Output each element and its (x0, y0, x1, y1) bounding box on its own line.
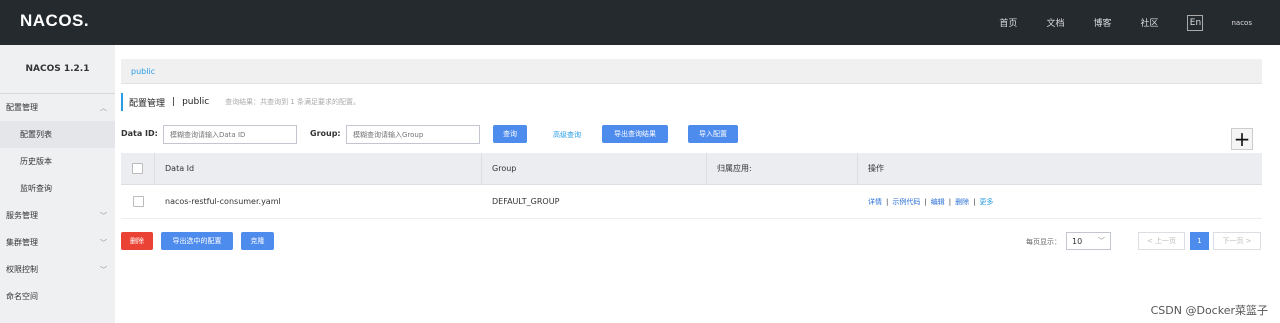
op-separator: | (973, 197, 976, 206)
sidebar-item-label: 监听查询 (20, 184, 52, 193)
search-form: Data ID: Group: 查询 高级查询 导出查询结果 导入配置 (121, 125, 1262, 144)
title-separator: | (172, 97, 176, 107)
page-size-select[interactable]: 10 ﹀ (1066, 232, 1111, 250)
sidebar-item-label: 命名空间 (6, 292, 38, 301)
sidebar-item-label: 历史版本 (20, 157, 52, 166)
sidebar-item-namespace[interactable]: 命名空间 (0, 283, 115, 310)
title-accent-bar (121, 93, 123, 111)
row-checkbox[interactable] (132, 196, 144, 207)
op-delete-link[interactable]: 删除 (955, 197, 969, 207)
cell-app (707, 185, 858, 218)
chevron-up-icon: ︿ (100, 103, 107, 112)
page-title: 配置管理 (129, 98, 166, 109)
sidebar-item-cluster-management[interactable]: 集群管理 ﹀ (0, 229, 115, 256)
page-size-value: 10 (1072, 236, 1083, 246)
column-header-data-id[interactable]: Data Id (155, 153, 482, 184)
chevron-down-icon: ﹀ (100, 265, 107, 274)
cell-operations: 详情 | 示例代码 | 编辑 | 删除 | 更多 (858, 185, 1262, 218)
config-table: Data Id Group 归属应用: 操作 nacos-restful-con… (121, 153, 1262, 219)
namespace-tab-public[interactable]: public (131, 67, 155, 76)
page-namespace: public (182, 97, 210, 107)
next-page-button[interactable]: 下一页 > (1213, 232, 1261, 250)
nacos-logo[interactable]: NACOS. (20, 11, 89, 31)
import-config-button[interactable]: 导入配置 (688, 125, 738, 143)
page-scrollbar[interactable] (1270, 45, 1280, 323)
column-header-operations: 操作 (868, 164, 884, 173)
op-edit-link[interactable]: 编辑 (931, 197, 945, 207)
op-separator: | (948, 197, 952, 206)
namespace-bar: public (121, 59, 1262, 84)
sidebar-item-label: 集群管理 (6, 238, 38, 247)
chevron-down-icon: ﹀ (100, 211, 107, 220)
language-switch[interactable]: En (1187, 14, 1204, 31)
nav-docs[interactable]: 文档 (1046, 16, 1064, 29)
table-row: nacos-restful-consumer.yaml DEFAULT_GROU… (121, 185, 1262, 219)
sidebar-item-label: 服务管理 (6, 211, 38, 220)
export-selected-button[interactable]: 导出选中的配置 (161, 232, 233, 250)
top-nav: 首页 文档 博客 社区 En nacos (999, 0, 1280, 45)
sidebar-item-label: 配置管理 (6, 103, 38, 112)
column-header-app[interactable]: 归属应用: (707, 153, 858, 184)
data-id-label: Data ID: (121, 129, 158, 138)
header-checkbox-cell (121, 153, 155, 184)
sidebar-item-config-list[interactable]: 配置列表 (0, 121, 115, 148)
op-separator: | (886, 197, 889, 206)
cell-data-id: nacos-restful-consumer.yaml (165, 197, 281, 206)
op-separator: | (924, 197, 927, 206)
advanced-query-link[interactable]: 高级查询 (553, 130, 581, 140)
op-detail-link[interactable]: 详情 (868, 197, 882, 207)
select-all-checkbox[interactable] (132, 163, 143, 174)
chevron-down-icon: ﹀ (1098, 237, 1105, 245)
csdn-watermark: CSDN @Docker菜篮子 (1150, 304, 1268, 317)
column-header-group[interactable]: Group (482, 153, 707, 184)
table-header: Data Id Group 归属应用: 操作 (121, 153, 1262, 185)
data-id-input[interactable] (163, 125, 297, 144)
group-label: Group: (310, 129, 341, 138)
page-size-label: 每页显示： (1026, 238, 1061, 246)
delete-button[interactable]: 删除 (121, 232, 153, 250)
query-button[interactable]: 查询 (493, 125, 527, 143)
export-result-button[interactable]: 导出查询结果 (602, 125, 668, 143)
op-more-link[interactable]: 更多 (979, 197, 993, 207)
sidebar: NACOS 1.2.1 配置管理 ︿ 配置列表 历史版本 监听查询 服务管理 ﹀… (0, 45, 115, 323)
sidebar-item-listener-query[interactable]: 监听查询 (0, 175, 115, 202)
op-sample-code-link[interactable]: 示例代码 (892, 197, 920, 207)
nav-blog[interactable]: 博客 (1093, 16, 1111, 29)
page-title-row: 配置管理 | public 查询结果：共查询到 1 条满足要求的配置。 (121, 93, 360, 111)
add-config-button[interactable]: + (1231, 127, 1253, 151)
clone-button[interactable]: 克隆 (241, 232, 274, 250)
sidebar-item-label: 权限控制 (6, 265, 38, 274)
sidebar-item-history[interactable]: 历史版本 (0, 148, 115, 175)
sidebar-item-service-management[interactable]: 服务管理 ﹀ (0, 202, 115, 229)
page-1-button[interactable]: 1 (1190, 232, 1209, 250)
query-result-hint: 查询结果：共查询到 1 条满足要求的配置。 (225, 98, 361, 106)
sidebar-item-label: 配置列表 (20, 130, 52, 139)
nav-home[interactable]: 首页 (999, 16, 1017, 29)
row-checkbox-cell (121, 185, 155, 218)
bulk-actions-bar: 删除 导出选中的配置 克隆 每页显示： 10 ﹀ < 上一页 1 下一页 > (121, 232, 1262, 250)
cell-group: DEFAULT_GROUP (492, 197, 560, 206)
top-navbar: NACOS. 首页 文档 博客 社区 En nacos (0, 0, 1280, 45)
sidebar-item-config-management[interactable]: 配置管理 ︿ (0, 94, 115, 121)
nav-community[interactable]: 社区 (1140, 16, 1158, 29)
chevron-down-icon: ﹀ (100, 238, 107, 247)
sidebar-item-access-control[interactable]: 权限控制 ﹀ (0, 256, 115, 283)
user-menu[interactable]: nacos (1231, 19, 1252, 27)
prev-page-button[interactable]: < 上一页 (1138, 232, 1185, 250)
version-label: NACOS 1.2.1 (0, 45, 115, 94)
group-input[interactable] (346, 125, 480, 144)
